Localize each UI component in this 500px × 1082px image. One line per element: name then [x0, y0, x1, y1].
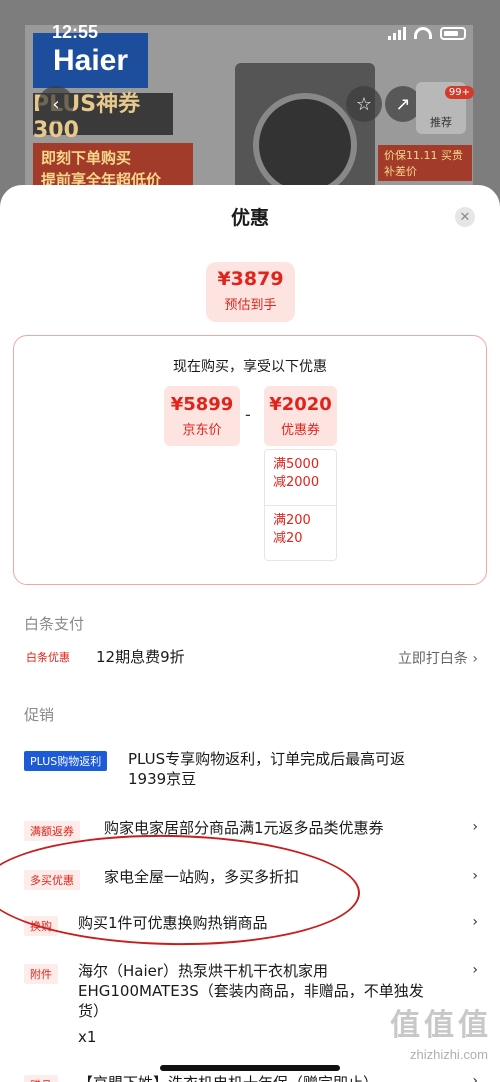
coupon-threshold: 满5000	[273, 457, 320, 472]
final-price-amount: ¥3879	[217, 268, 284, 290]
coupon-total-amount: ¥2020	[269, 394, 332, 415]
coupon-item: 满200 减20	[265, 505, 336, 560]
promo-tag-accessory: 附件	[24, 964, 58, 984]
promo-tag-full-return: 满额返券	[24, 821, 80, 841]
chevron-right-icon: ›	[472, 651, 478, 667]
star-icon[interactable]: ☆	[346, 86, 382, 122]
home-indicator[interactable]	[160, 1065, 340, 1071]
promo-line: PLUS专享购物返利，订单完成后最高可返	[128, 750, 406, 768]
product-image-dryer	[235, 63, 375, 203]
discount-sheet: 优惠 ✕ ¥3879 预估到手 现在购买，享受以下优惠 ¥5899 京东价 - …	[0, 185, 500, 1082]
baitiao-section-title: 白条支付	[24, 615, 85, 633]
baitiao-text: 12期息费9折	[96, 648, 185, 666]
baitiao-tag: 白条优惠	[26, 651, 70, 664]
red-annotation-circle	[0, 831, 361, 949]
promo-line: EHG100MATE3S（套装内商品，非赠品，不单独发	[78, 982, 424, 1000]
back-icon[interactable]: ‹	[38, 86, 74, 122]
chevron-right-icon[interactable]: ›	[472, 1073, 478, 1082]
price-protect-tag: 价保11.11 买贵补差价	[378, 145, 472, 181]
promo-line: 1939京豆	[128, 770, 197, 788]
site-watermark: 值值值	[390, 1008, 492, 1043]
chevron-right-icon[interactable]: ›	[472, 868, 478, 884]
coupon-discount: 减2000	[273, 475, 320, 490]
coupon-total-box: ¥2020 优惠券	[264, 386, 337, 446]
promo-tag-plus: PLUS购物返利	[24, 751, 108, 771]
baitiao-link-label: 立即打白条	[397, 651, 468, 667]
dryer-drum	[253, 93, 357, 197]
battery-icon	[440, 26, 466, 40]
jd-price-box: ¥5899 京东价	[164, 386, 240, 446]
cart-badge: 99+	[444, 86, 474, 99]
sheet-title: 优惠	[230, 207, 269, 229]
coupon-total-label: 优惠券	[280, 423, 320, 438]
status-time: 12:55	[52, 22, 99, 42]
breakdown-heading: 现在购买，享受以下优惠	[173, 359, 327, 375]
wifi-icon	[414, 27, 432, 39]
banner-line-1: 即刻下单购买	[41, 149, 132, 167]
signal-icon	[388, 26, 406, 40]
coupon-list: 满5000 减2000 满200 减20	[264, 449, 337, 561]
chevron-right-icon[interactable]: ›	[472, 914, 478, 930]
promo-line: 海尔（Haier）热泵烘干机干衣机家用	[78, 962, 329, 980]
baitiao-link[interactable]: 立即打白条 ›	[398, 648, 478, 668]
promo-text-gift[interactable]: 【京盟下姓】洗衣机电机十年保（赠完即止）	[78, 1073, 378, 1082]
coupon-item: 满5000 减2000	[265, 450, 336, 505]
promotions-section-title: 促销	[24, 706, 55, 724]
chevron-right-icon[interactable]: ›	[472, 819, 478, 835]
promo-text-plus[interactable]: PLUS专享购物返利，订单完成后最高可返 1939京豆	[128, 749, 473, 789]
coupon-discount: 减20	[273, 531, 303, 546]
close-icon[interactable]: ✕	[455, 207, 475, 227]
status-icons	[388, 26, 466, 40]
site-watermark-url: zhizhizhi.com	[409, 1047, 488, 1062]
promo-tag-gift: 赠品	[24, 1075, 58, 1082]
coupon-threshold: 满200	[273, 513, 311, 528]
minus-operator: -	[245, 405, 251, 424]
jd-price-label: 京东价	[182, 423, 222, 438]
jd-price-amount: ¥5899	[170, 394, 234, 415]
final-price-box: ¥3879 预估到手	[206, 262, 295, 322]
price-breakdown: 现在购买，享受以下优惠	[13, 335, 487, 585]
chevron-right-icon[interactable]: ›	[472, 962, 478, 978]
final-price-label: 预估到手	[224, 298, 277, 313]
